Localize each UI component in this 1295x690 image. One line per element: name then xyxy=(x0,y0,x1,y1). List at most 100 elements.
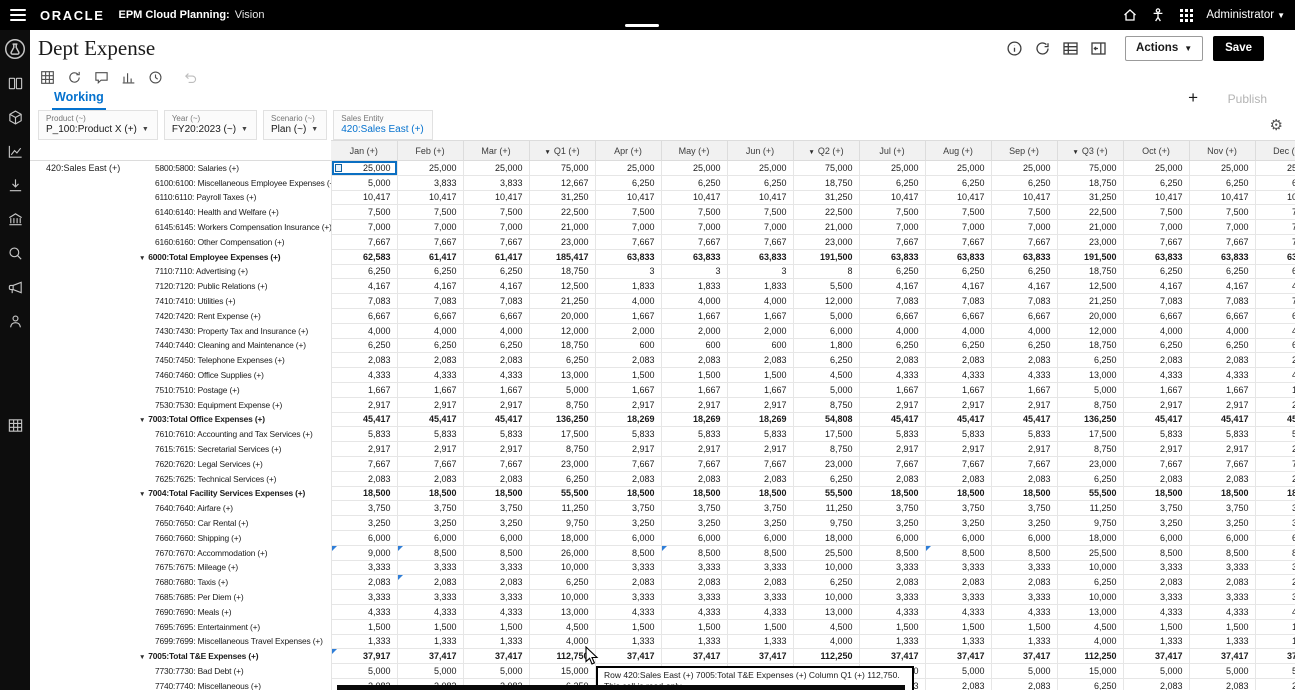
account-row-header[interactable]: 7695:7695: Entertainment (+) xyxy=(131,619,331,634)
grid-cell[interactable]: 2,083 xyxy=(727,471,793,486)
grid-cell[interactable]: 6,667 xyxy=(463,308,529,323)
grid-cell[interactable]: 5,000 xyxy=(925,664,991,679)
column-header[interactable]: May (+) xyxy=(661,141,727,161)
grid-cell[interactable]: 8,500 xyxy=(859,545,925,560)
grid-cell[interactable]: 7,667 xyxy=(463,234,529,249)
grid-cell[interactable]: 6,667 xyxy=(991,308,1057,323)
grid-cell[interactable]: 4,000 xyxy=(463,323,529,338)
grid-cell[interactable]: 63,833 xyxy=(595,249,661,264)
grid-cell[interactable]: 25,000 xyxy=(397,161,463,176)
grid-cell[interactable]: 55,500 xyxy=(1057,486,1123,501)
grid-cell[interactable]: 6,250 xyxy=(793,353,859,368)
grid-cell[interactable]: 8,500 xyxy=(1189,545,1255,560)
account-row-header[interactable]: 7620:7620: Legal Services (+) xyxy=(131,456,331,471)
grid-cell[interactable]: 8,500 xyxy=(661,545,727,560)
grid-cell[interactable]: 600 xyxy=(727,338,793,353)
grid-cell[interactable]: 2,917 xyxy=(463,442,529,457)
chevron-down-icon[interactable]: ▼ xyxy=(1277,11,1285,20)
grid-cell[interactable]: 4,167 xyxy=(925,279,991,294)
grid-cell[interactable]: 4,333 xyxy=(463,368,529,383)
grid-cell[interactable]: 7,667 xyxy=(991,456,1057,471)
grid-cell[interactable]: 1,333 xyxy=(991,634,1057,649)
grid-cell[interactable]: 7,083 xyxy=(1123,294,1189,309)
grid-cell[interactable]: 4,167 xyxy=(859,279,925,294)
grid-cell[interactable]: 45,417 xyxy=(991,412,1057,427)
grid-cell[interactable]: 63,833 xyxy=(1255,249,1295,264)
grid-cell[interactable]: 6,250 xyxy=(1255,175,1295,190)
grid-cell[interactable]: 3,333 xyxy=(661,590,727,605)
refresh-icon[interactable] xyxy=(1029,35,1055,61)
grid-cell[interactable]: 7,667 xyxy=(331,456,397,471)
chart-frame-icon[interactable] xyxy=(4,140,26,162)
grid-cell[interactable]: 2,083 xyxy=(1255,471,1295,486)
grid-cell[interactable]: 4,167 xyxy=(397,279,463,294)
column-header[interactable]: ▼Q3 (+) xyxy=(1057,141,1123,161)
grid-cell[interactable]: 3,250 xyxy=(661,516,727,531)
grid-cell[interactable]: 8,500 xyxy=(1123,545,1189,560)
grid-cell[interactable]: 4,333 xyxy=(1189,368,1255,383)
grid-cell[interactable]: 45,417 xyxy=(463,412,529,427)
grid-cell[interactable]: 2,083 xyxy=(1189,353,1255,368)
grid-cell[interactable]: 18,000 xyxy=(1057,530,1123,545)
grid-cell[interactable]: 4,000 xyxy=(859,323,925,338)
grid-cell[interactable]: 3,333 xyxy=(463,560,529,575)
grid-cell[interactable]: 1,667 xyxy=(859,382,925,397)
grid-cell[interactable]: 63,833 xyxy=(859,249,925,264)
chart-icon[interactable] xyxy=(119,68,137,86)
grid-cell[interactable]: 7,667 xyxy=(925,234,991,249)
column-header[interactable]: Jan (+) xyxy=(331,141,397,161)
grid-cell[interactable]: 7,083 xyxy=(859,294,925,309)
grid-cell[interactable]: 3,250 xyxy=(463,516,529,531)
grid-cell[interactable]: 6,250 xyxy=(1057,678,1123,690)
grid-cell[interactable]: 3,750 xyxy=(991,501,1057,516)
grid-cell[interactable]: 3,250 xyxy=(595,516,661,531)
grid-cell[interactable]: 1,500 xyxy=(1255,619,1295,634)
gear-icon[interactable]: ⚙ xyxy=(1270,116,1283,134)
account-row-header[interactable]: 7740:7740: Miscellaneous (+) xyxy=(131,678,331,690)
grid-cell[interactable]: 7,500 xyxy=(397,205,463,220)
grid-cell[interactable]: 2,917 xyxy=(925,442,991,457)
grid-cell[interactable]: 2,083 xyxy=(991,575,1057,590)
grid-cell[interactable]: 6,250 xyxy=(859,175,925,190)
grid-cell[interactable]: 2,083 xyxy=(1255,575,1295,590)
grid-cell[interactable]: 2,083 xyxy=(991,471,1057,486)
grid-cell[interactable]: 2,083 xyxy=(991,678,1057,690)
grid-cell[interactable]: 5,833 xyxy=(331,427,397,442)
tab-working[interactable]: Working xyxy=(52,90,106,111)
grid-cell[interactable]: 7,667 xyxy=(859,234,925,249)
grid-cell[interactable]: 2,917 xyxy=(1189,442,1255,457)
grid-cell[interactable]: 4,333 xyxy=(1255,604,1295,619)
grid-cell[interactable]: 2,917 xyxy=(331,397,397,412)
grid-cell[interactable]: 6,000 xyxy=(595,530,661,545)
grid-cell[interactable]: 25,000 xyxy=(727,161,793,176)
grid-cell[interactable]: 23,000 xyxy=(793,234,859,249)
grid-cell[interactable]: 2,083 xyxy=(1123,471,1189,486)
grid-cell[interactable]: 7,000 xyxy=(1123,220,1189,235)
grid-cell[interactable]: 4,333 xyxy=(397,604,463,619)
grid-cell[interactable]: 2,083 xyxy=(1123,353,1189,368)
grid-cell[interactable]: 6,667 xyxy=(1123,308,1189,323)
grid-cell[interactable]: 10,417 xyxy=(925,190,991,205)
grid-cell[interactable]: 6,250 xyxy=(925,175,991,190)
grid-cell[interactable]: 2,917 xyxy=(1123,397,1189,412)
account-row-header[interactable]: 7110:7110: Advertising (+) xyxy=(131,264,331,279)
grid-cell[interactable]: 18,500 xyxy=(991,486,1057,501)
grid-cell[interactable]: 3,750 xyxy=(1255,501,1295,516)
grid-cell[interactable]: 3,250 xyxy=(1189,516,1255,531)
grid-cell[interactable]: 75,000 xyxy=(793,161,859,176)
grid-cell[interactable]: 1,500 xyxy=(331,619,397,634)
table-grid-icon[interactable] xyxy=(4,414,26,436)
grid-cell[interactable]: 4,333 xyxy=(1123,368,1189,383)
grid-cell[interactable]: 37,917 xyxy=(331,649,397,664)
grid-cell[interactable]: 7,667 xyxy=(661,456,727,471)
account-row-header[interactable]: 7420:7420: Rent Expense (+) xyxy=(131,308,331,323)
account-row-header[interactable]: 7430:7430: Property Tax and Insurance (+… xyxy=(131,323,331,338)
grid-cell[interactable]: 55,500 xyxy=(793,486,859,501)
grid-cell[interactable]: 4,000 xyxy=(793,634,859,649)
grid-cell[interactable]: 15,000 xyxy=(1057,664,1123,679)
grid-cell[interactable]: 3,333 xyxy=(859,560,925,575)
collapse-triangle-icon[interactable]: ▼ xyxy=(139,491,145,498)
grid-cell[interactable]: 1,500 xyxy=(661,368,727,383)
grid-cell[interactable]: 25,000 xyxy=(463,161,529,176)
column-header[interactable]: Dec (+) xyxy=(1255,141,1295,161)
